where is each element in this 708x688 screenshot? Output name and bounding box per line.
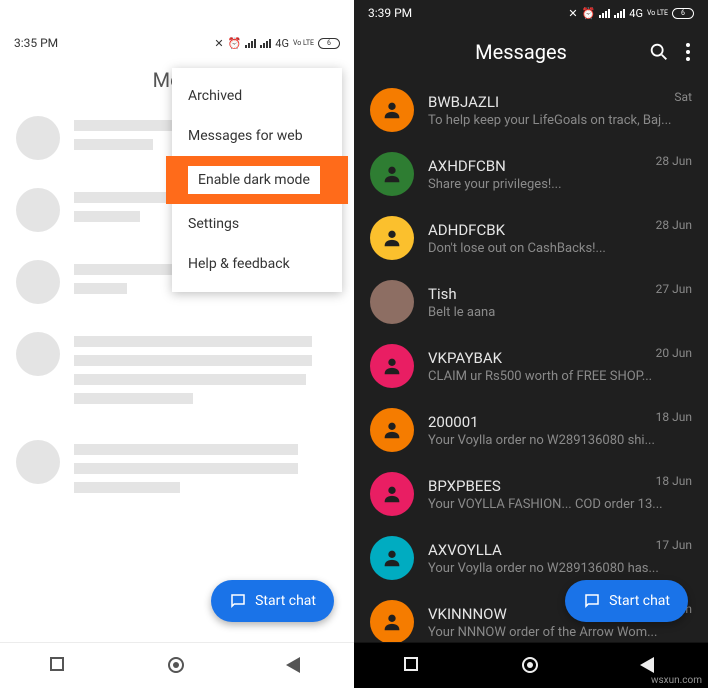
conversation-preview: Your NNNOW order of the Arrow Wom... — [428, 625, 692, 640]
conversation-date: 18 Jun — [656, 474, 692, 488]
fab-label: Start chat — [609, 593, 670, 609]
start-chat-button[interactable]: Start chat — [565, 580, 688, 622]
menu-help-feedback[interactable]: Help & feedback — [172, 244, 342, 284]
avatar-icon — [370, 472, 414, 516]
signal-icon — [260, 39, 271, 48]
signal-icon — [599, 9, 610, 18]
search-icon — [648, 41, 670, 63]
conversation-name: 200001 — [428, 413, 692, 431]
conversation-item[interactable]: Tish Belt le aana 27 Jun — [354, 270, 708, 334]
conversation-item[interactable]: BWBJAZLI To help keep your LifeGoals on t… — [354, 78, 708, 142]
phone-dark: 3:39 PM ✕ ⏰ 4G Vo LTE 6 Messages BWBJAZL… — [354, 0, 708, 688]
avatar-icon — [370, 344, 414, 388]
status-time: 3:39 PM — [368, 6, 412, 20]
dnd-icon: ✕ — [568, 7, 577, 20]
conversation-name: ADHDFCBK — [428, 221, 692, 239]
dnd-icon: ✕ — [214, 37, 223, 50]
conversation-preview: Your Voylla order no W289136080 has... — [428, 561, 692, 576]
menu-settings[interactable]: Settings — [172, 204, 342, 244]
avatar-icon — [370, 408, 414, 452]
conversation-name: AXHDFCBN — [428, 157, 692, 175]
network-label: 4G — [275, 37, 289, 50]
conversation-item[interactable]: ADHDFCBK Don't lose out on CashBacks!... 2… — [354, 206, 708, 270]
volte-label: Vo LTE — [293, 40, 314, 47]
status-icons: ✕ ⏰ 4G Vo LTE 6 — [214, 37, 340, 50]
page-title: Messages — [394, 40, 648, 64]
conversation-date: 27 Jun — [656, 282, 692, 296]
chat-icon — [583, 592, 601, 610]
conversation-preview: CLAIM ur Rs500 worth of FREE SHOP... — [428, 369, 692, 384]
chat-icon — [229, 592, 247, 610]
battery-icon: 6 — [672, 8, 694, 19]
alarm-icon: ⏰ — [228, 37, 242, 50]
nav-home-button[interactable] — [168, 657, 186, 675]
avatar-image — [370, 280, 414, 324]
app-header: Messages — [354, 26, 708, 78]
network-label: 4G — [629, 7, 643, 20]
conversation-date: 17 Jun — [656, 538, 692, 552]
conversation-name: BPXPBEES — [428, 477, 692, 495]
phone-light: 3:35 PM ✕ ⏰ 4G Vo LTE 6 Mess Archived Me… — [0, 0, 354, 688]
conversation-preview: To help keep your LifeGoals on track, Ba… — [428, 113, 692, 128]
conversation-item[interactable]: VKPAYBAK CLAIM ur Rs500 worth of FREE SHO… — [354, 334, 708, 398]
overflow-button[interactable] — [686, 43, 690, 61]
avatar-icon — [370, 88, 414, 132]
fab-label: Start chat — [255, 593, 316, 609]
list-item[interactable] — [16, 440, 338, 501]
nav-recent-button[interactable] — [50, 657, 68, 675]
avatar-icon — [370, 600, 414, 642]
list-item[interactable] — [16, 332, 338, 412]
menu-archived[interactable]: Archived — [172, 76, 342, 116]
conversation-name: AXVOYLLA — [428, 541, 692, 559]
avatar-icon — [370, 216, 414, 260]
status-bar: 3:39 PM ✕ ⏰ 4G Vo LTE 6 — [354, 0, 708, 26]
conversation-preview: Share your privileges!... — [428, 177, 692, 192]
conversation-date: Sat — [674, 90, 692, 104]
conversation-date: 20 Jun — [656, 346, 692, 360]
start-chat-button[interactable]: Start chat — [211, 580, 334, 622]
nav-bar — [0, 642, 354, 688]
volte-label: Vo LTE — [647, 10, 668, 17]
signal-icon — [245, 39, 256, 48]
status-bar: 3:35 PM ✕ ⏰ 4G Vo LTE 6 — [0, 30, 354, 56]
conversation-preview: Your Voylla order no W289136080 shi... — [428, 433, 692, 448]
conversation-preview: Your VOYLLA FASHION... COD order 13... — [428, 497, 692, 512]
conversation-date: 28 Jun — [656, 218, 692, 232]
avatar-icon — [370, 152, 414, 196]
avatar-icon — [370, 536, 414, 580]
conversation-item[interactable]: 200001 Your Voylla order no W289136080 sh… — [354, 398, 708, 462]
conversation-date: 28 Jun — [656, 154, 692, 168]
nav-back-button[interactable] — [286, 657, 304, 675]
conversation-date: 18 Jun — [656, 410, 692, 424]
signal-icon — [614, 9, 625, 18]
conversation-name: VKPAYBAK — [428, 349, 692, 367]
nav-home-button[interactable] — [522, 657, 540, 675]
battery-icon: 6 — [318, 38, 340, 49]
status-time: 3:35 PM — [14, 36, 58, 50]
watermark: wsxun.com — [651, 675, 702, 686]
conversation-name: Tish — [428, 285, 692, 303]
alarm-icon: ⏰ — [582, 7, 596, 20]
nav-recent-button[interactable] — [404, 657, 422, 675]
conversation-item[interactable]: AXHDFCBN Share your privileges!... 28 Jun — [354, 142, 708, 206]
menu-enable-dark-mode[interactable]: Enable dark mode — [166, 156, 348, 204]
search-button[interactable] — [648, 41, 670, 63]
nav-back-button[interactable] — [640, 657, 658, 675]
conversation-list: BWBJAZLI To help keep your LifeGoals on t… — [354, 78, 708, 642]
menu-messages-for-web[interactable]: Messages for web — [172, 116, 342, 156]
status-icons: ✕ ⏰ 4G Vo LTE 6 — [568, 7, 694, 20]
conversation-preview: Belt le aana — [428, 305, 692, 320]
conversation-name: BWBJAZLI — [428, 93, 692, 111]
conversation-preview: Don't lose out on CashBacks!... — [428, 241, 692, 256]
conversation-item[interactable]: BPXPBEES Your VOYLLA FASHION... COD order… — [354, 462, 708, 526]
overflow-menu: Archived Messages for web Enable dark mo… — [172, 68, 342, 292]
